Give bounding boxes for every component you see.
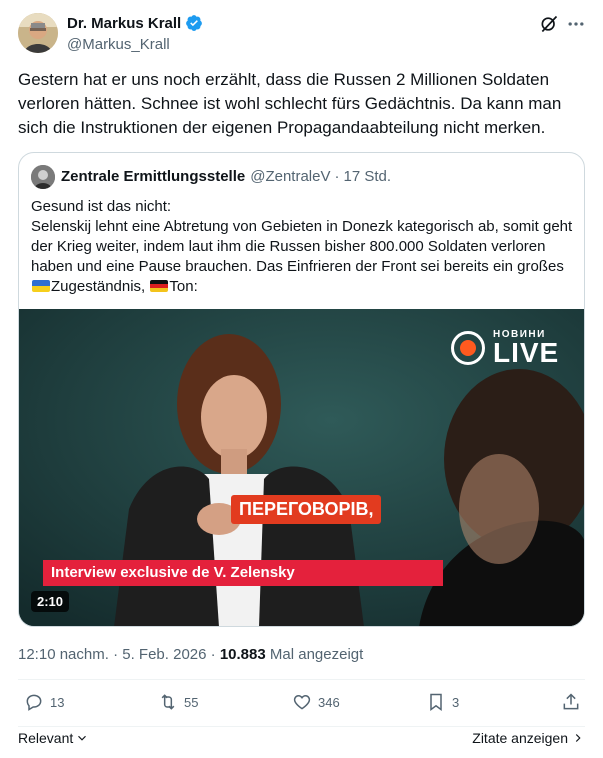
quoted-tweet[interactable]: Zentrale Ermittlungsstelle @ZentraleV · … [18,152,585,627]
chevron-down-icon [78,735,87,741]
view-quotes-link[interactable]: Zitate anzeigen [472,730,585,746]
like-count: 346 [318,694,340,710]
more-options-icon[interactable] [566,14,586,34]
bookmark-button[interactable]: 3 [426,692,459,712]
tweet-text: Gestern hat er uns noch erzählt, dass di… [18,70,562,137]
ukraine-flag-icon [32,280,50,292]
repost-button[interactable]: 55 [158,692,198,712]
live-channel-big: LIVE [493,337,560,368]
tweet-meta: 12:10 nachm. · 5. Feb. 2026 · 10.883 Mal… [18,646,363,663]
share-button[interactable] [561,692,581,712]
quote-text: Gesund ist das nicht: Selenskij lehnt ei… [31,197,576,297]
quote-header: Zentrale Ermittlungsstelle @ZentraleV · … [61,168,391,185]
video-lower-third: Interview exclusive de V. Zelensky [43,560,443,586]
action-bar: 13 55 346 3 [0,692,603,722]
view-count-label: Mal angezeigt [269,646,364,663]
meta-dot-1: · [113,646,119,663]
quote-avatar[interactable] [31,165,55,189]
like-button[interactable]: 346 [292,692,340,712]
view-quotes-label: Zitate anzeigen [472,730,568,746]
quote-timestamp[interactable]: 17 Std. [343,168,391,185]
live-logo: НОВИНИ LIVE [451,329,560,368]
quote-text-line2: Selenskij lehnt eine Abtretung von Gebie… [31,218,573,275]
repost-icon [161,694,175,710]
germany-flag-icon [150,280,169,292]
bookmark-count: 3 [452,694,460,710]
divider-bottom [18,726,585,727]
divider-top [18,679,585,680]
quote-author-handle[interactable]: @ZentraleV [250,168,330,185]
verified-badge-icon [186,15,203,31]
author-name[interactable]: Dr. Markus Krall [67,15,181,32]
chevron-right-icon [575,734,581,742]
quote-text-line2b: Zugeständnis, [51,278,146,295]
reply-count: 13 [50,694,65,710]
quote-text-body: Selenskij lehnt eine Abtretung von Gebie… [31,217,576,297]
quote-text-line2c: Ton: [169,278,198,295]
meta-dot-2: · [210,646,216,663]
tweet-card: Dr. Markus Krall @Markus_Krall Gestern h… [0,0,603,758]
quote-text-line1: Gesund ist das nicht: [31,198,172,215]
tweet-date[interactable]: 5. Feb. 2026 [122,646,206,663]
author-name-row[interactable]: Dr. Markus Krall [67,14,203,32]
author-handle[interactable]: @Markus_Krall [67,36,170,53]
quote-separator: · [334,168,340,185]
share-icon [563,693,579,710]
quote-video[interactable]: НОВИНИ LIVE ПЕРЕГОВОРІВ, Interview exclu… [19,309,584,626]
grok-icon[interactable] [539,14,559,34]
heart-icon [293,694,311,710]
view-count: 10.883 [219,646,266,663]
tweet-time[interactable]: 12:10 nachm. [18,646,109,663]
reply-button[interactable]: 13 [24,692,64,712]
sort-dropdown[interactable]: Relevant [18,730,89,746]
video-subtitle: ПЕРЕГОВОРІВ, [231,495,382,524]
bookmark-icon [430,693,442,711]
sort-label: Relevant [18,730,74,746]
quote-author-name[interactable]: Zentrale Ermittlungsstelle [61,168,245,185]
video-duration: 2:10 [31,591,70,612]
reply-icon [26,694,42,711]
live-words: НОВИНИ LIVE [493,329,560,368]
author-avatar[interactable] [18,13,58,53]
repost-count: 55 [184,694,199,710]
live-circle-icon [451,330,485,365]
